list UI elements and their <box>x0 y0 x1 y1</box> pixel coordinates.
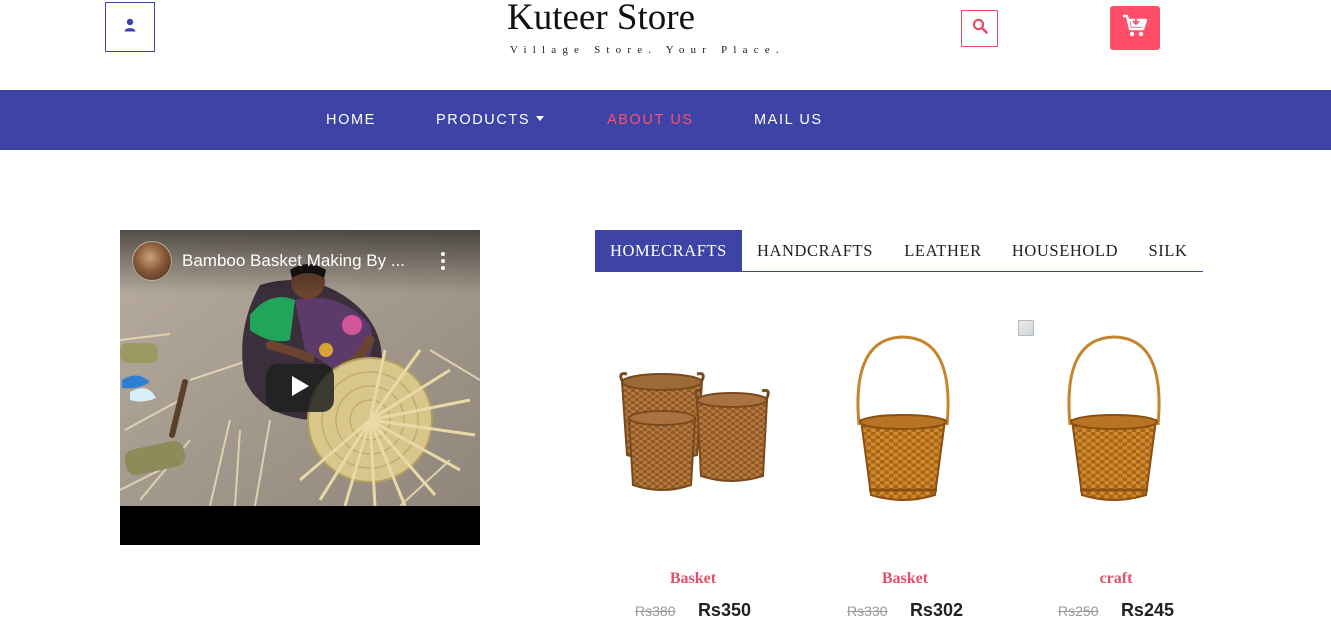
product-name[interactable]: Basket <box>799 570 1011 588</box>
video-player[interactable]: Bamboo Basket Making By ... <box>120 230 480 545</box>
product-image-handle-basket[interactable] <box>799 320 1011 520</box>
user-icon <box>123 18 137 37</box>
old-price: Rs380 <box>635 602 676 619</box>
channel-avatar[interactable] <box>132 241 172 281</box>
price: Rs245 <box>1120 600 1174 620</box>
user-account-button[interactable] <box>105 2 155 52</box>
tab-silk[interactable]: SILK <box>1143 230 1193 272</box>
play-button[interactable] <box>266 364 334 412</box>
product-card[interactable]: Basket Rs330 Rs302 <box>799 320 1011 640</box>
product-name[interactable]: Basket <box>587 570 799 588</box>
tab-leather[interactable]: LEATHER <box>897 230 989 272</box>
video-title[interactable]: Bamboo Basket Making By ... <box>182 251 405 271</box>
play-icon <box>290 375 310 402</box>
main-navbar: HOME PRODUCTS ABOUT US MAIL US <box>0 90 1331 150</box>
cart-icon <box>1122 14 1148 43</box>
price: Rs350 <box>697 600 751 620</box>
price-row: Rs330 Rs302 <box>799 600 1011 621</box>
nav-mail-us[interactable]: MAIL US <box>754 90 823 150</box>
nav-products-label: PRODUCTS <box>436 112 531 128</box>
nav-products[interactable]: PRODUCTS <box>436 90 545 150</box>
tab-household[interactable]: HOUSEHOLD <box>1005 230 1125 272</box>
product-image-craft-basket[interactable] <box>1010 320 1222 520</box>
price-row: Rs380 Rs350 <box>587 600 799 621</box>
old-price: Rs330 <box>847 602 888 619</box>
product-image-wicker-baskets[interactable] <box>587 320 799 520</box>
search-button[interactable] <box>961 10 998 47</box>
old-price: Rs250 <box>1058 602 1099 619</box>
brand-title[interactable]: Kuteer Store <box>507 0 695 39</box>
cart-button[interactable] <box>1110 6 1160 50</box>
price: Rs302 <box>909 600 963 620</box>
category-tabs: HOMECRAFTS HANDCRAFTS LEATHER HOUSEHOLD … <box>595 230 1203 272</box>
nav-about-us[interactable]: ABOUT US <box>607 90 694 150</box>
price-row: Rs250 Rs245 <box>1010 600 1222 621</box>
caret-down-icon <box>536 115 545 121</box>
search-icon <box>972 18 988 39</box>
tab-handcrafts[interactable]: HANDCRAFTS <box>750 230 880 272</box>
kebab-menu-icon[interactable] <box>439 252 447 272</box>
nav-home[interactable]: HOME <box>326 90 376 150</box>
product-card[interactable]: Basket Rs380 Rs350 <box>587 320 799 640</box>
tab-homecrafts[interactable]: HOMECRAFTS <box>595 230 742 272</box>
brand-tagline: Village Store. Your Place. <box>510 44 785 56</box>
product-card[interactable]: craft Rs250 Rs245 <box>1010 320 1222 640</box>
product-name[interactable]: craft <box>1010 570 1222 588</box>
